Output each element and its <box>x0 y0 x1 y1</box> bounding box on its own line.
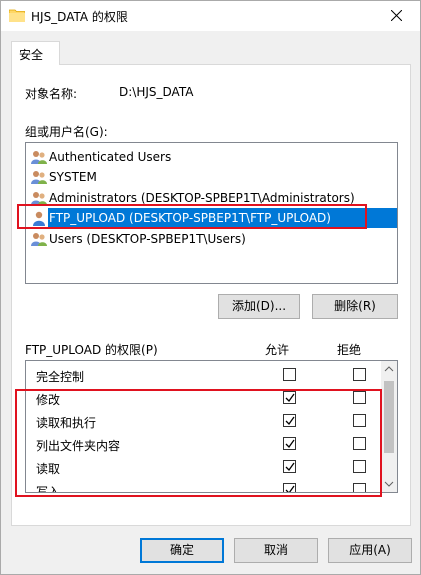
list-item-authenticated-users[interactable]: Authenticated Users <box>27 147 396 167</box>
tab-security[interactable]: 安全 <box>11 41 60 65</box>
allow-checkbox[interactable] <box>283 391 296 404</box>
perm-label: 完全控制 <box>36 370 85 384</box>
checkmark-icon <box>285 485 295 492</box>
allow-checkbox[interactable] <box>283 414 296 427</box>
object-name-label: 对象名称: <box>25 87 78 101</box>
list-item-label: FTP_UPLOAD (DESKTOP-SPBEP1T\FTP_UPLOAD) <box>49 211 331 225</box>
list-item-administrators[interactable]: Administrators (DESKTOP-SPBEP1T\Administ… <box>27 188 396 208</box>
perm-row-full-control: 完全控制 <box>26 363 383 386</box>
perm-label: 写入 <box>36 485 61 493</box>
allow-checkbox[interactable] <box>283 460 296 473</box>
cancel-button[interactable]: 取消 <box>234 538 318 563</box>
checkmark-icon <box>285 439 295 449</box>
list-item-system[interactable]: SYSTEM <box>27 167 396 187</box>
deny-checkbox[interactable] <box>353 437 366 450</box>
close-button[interactable] <box>374 1 420 31</box>
perm-label: 列出文件夹内容 <box>36 439 121 453</box>
user-group-icon <box>31 233 47 246</box>
window-title: HJS_DATA 的权限 <box>31 10 128 24</box>
group-user-label: 组或用户名(G): <box>25 125 108 139</box>
list-item-label: SYSTEM <box>49 170 97 184</box>
list-item-users[interactable]: Users (DESKTOP-SPBEP1T\Users) <box>27 229 396 249</box>
perm-label: 读取和执行 <box>36 416 97 430</box>
scroll-thumb[interactable] <box>384 381 394 453</box>
scroll-up-icon[interactable] <box>381 361 397 378</box>
folder-icon <box>9 9 25 22</box>
ok-button[interactable]: 确定 <box>140 538 224 563</box>
scroll-down-icon[interactable] <box>381 475 397 492</box>
permissions-list: 完全控制 修改 读取和执行 列出文件夹内容 读取 写入 <box>25 360 398 493</box>
allow-checkbox[interactable] <box>283 368 296 381</box>
apply-button[interactable]: 应用(A) <box>328 538 412 563</box>
user-icon <box>33 211 45 226</box>
user-group-icon <box>31 171 47 184</box>
list-item-ftp-upload[interactable]: FTP_UPLOAD (DESKTOP-SPBEP1T\FTP_UPLOAD) <box>27 208 397 228</box>
title-bar: HJS_DATA 的权限 <box>1 1 420 31</box>
perm-row-list-folder: 列出文件夹内容 <box>26 432 383 455</box>
add-button[interactable]: 添加(D)... <box>218 294 300 319</box>
perm-row-modify: 修改 <box>26 386 383 409</box>
allow-column-header: 允许 <box>265 343 290 357</box>
list-item-label: Administrators (DESKTOP-SPBEP1T\Administ… <box>49 191 355 205</box>
checkmark-icon <box>285 393 295 403</box>
perm-label: 读取 <box>36 462 61 476</box>
security-panel: 对象名称: D:\HJS_DATA 组或用户名(G): Authenticate… <box>11 64 411 526</box>
checkmark-icon <box>285 416 295 426</box>
deny-checkbox[interactable] <box>353 368 366 381</box>
permissions-scrollbar[interactable] <box>381 361 397 492</box>
deny-checkbox[interactable] <box>353 483 366 492</box>
allow-checkbox[interactable] <box>283 483 296 492</box>
group-user-list[interactable]: Authenticated Users SYSTEM Administrator… <box>25 142 398 284</box>
deny-checkbox[interactable] <box>353 391 366 404</box>
perm-row-read-execute: 读取和执行 <box>26 409 383 432</box>
checkmark-icon <box>285 462 295 472</box>
deny-column-header: 拒绝 <box>337 343 362 357</box>
list-item-label: Authenticated Users <box>49 150 172 164</box>
permissions-label: FTP_UPLOAD 的权限(P) <box>25 343 158 357</box>
deny-checkbox[interactable] <box>353 414 366 427</box>
user-group-icon <box>31 151 47 164</box>
list-item-label: Users (DESKTOP-SPBEP1T\Users) <box>49 232 246 246</box>
allow-checkbox[interactable] <box>283 437 296 450</box>
tab-security-label: 安全 <box>19 48 44 62</box>
perm-row-write: 写入 <box>26 478 383 493</box>
remove-button[interactable]: 删除(R) <box>312 294 398 319</box>
object-name-value: D:\HJS_DATA <box>119 85 194 99</box>
user-group-icon <box>31 192 47 205</box>
close-icon <box>391 10 402 21</box>
perm-row-read: 读取 <box>26 455 383 478</box>
perm-label: 修改 <box>36 393 61 407</box>
permissions-dialog: HJS_DATA 的权限 安全 对象名称: D:\HJS_DATA 组或用户名(… <box>0 0 421 575</box>
deny-checkbox[interactable] <box>353 460 366 473</box>
